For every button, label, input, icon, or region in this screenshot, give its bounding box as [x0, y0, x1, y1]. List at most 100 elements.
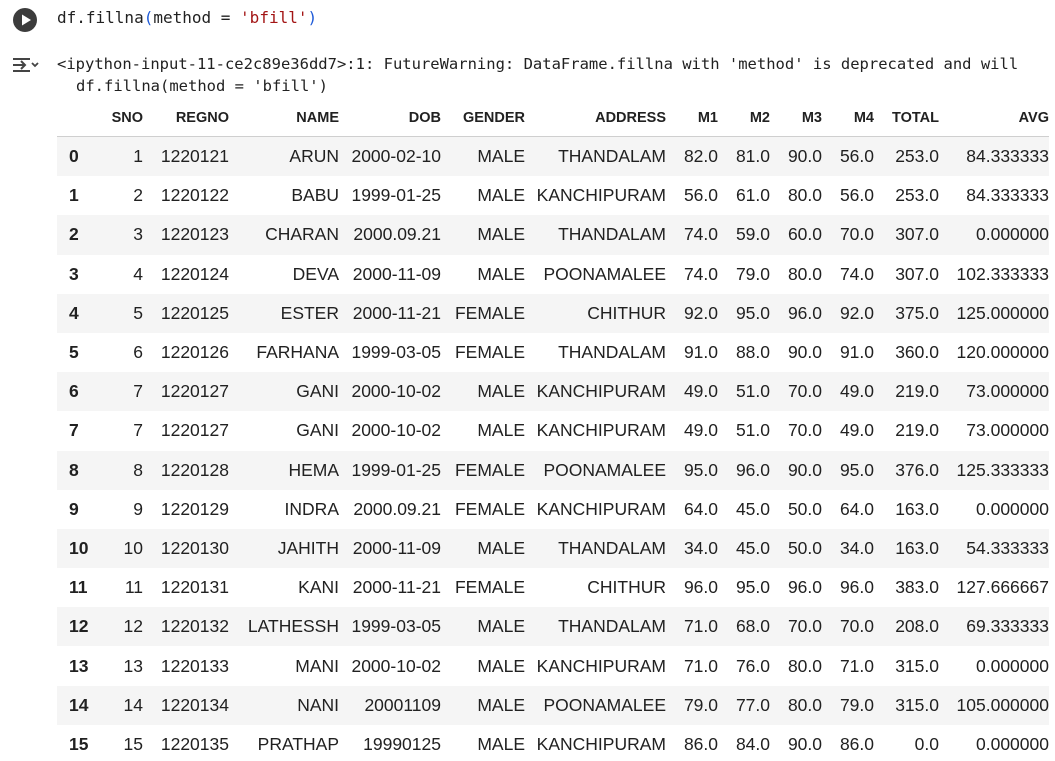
cell-avg: 125.333333 [956, 459, 1049, 480]
output-collapse-icon[interactable] [11, 54, 41, 76]
cell-m1: 56.0 [683, 185, 718, 206]
column-header-regno: REGNO [143, 99, 229, 137]
cell-regno: 1220125 [160, 302, 229, 323]
cell-sno: 1 [133, 146, 143, 167]
cell-address: CHITHUR [587, 302, 666, 323]
cell-m2: 84.0 [735, 733, 770, 754]
row-index: 4 [69, 302, 79, 323]
cell-sno: 5 [133, 302, 143, 323]
cell-avg: 0.000000 [976, 224, 1049, 245]
play-circle-icon[interactable] [12, 7, 38, 33]
cell-m4: 92.0 [839, 302, 874, 323]
cell-m2: 59.0 [735, 224, 770, 245]
row-index: 8 [69, 459, 79, 480]
cell-sno: 13 [123, 655, 143, 676]
cell-dob: 2000-02-10 [351, 146, 441, 167]
cell-m4: 74.0 [839, 263, 874, 284]
cell-sno: 12 [123, 616, 143, 637]
cell-total: 315.0 [895, 694, 939, 715]
column-header-name: NAME [229, 99, 339, 137]
cell-address: KANCHIPURAM [536, 498, 666, 519]
cell-regno: 1220127 [160, 381, 229, 402]
cell-m3: 90.0 [787, 342, 822, 363]
cell-name: GANI [296, 420, 339, 441]
cell-name: ARUN [289, 146, 339, 167]
cell-dob: 2000-10-02 [351, 420, 441, 441]
cell-dob: 2000-11-09 [352, 263, 441, 284]
cell-name: CHARAN [265, 224, 339, 245]
cell-sno: 9 [133, 498, 143, 519]
row-index: 5 [69, 342, 79, 363]
cell-dob: 2000-11-21 [352, 577, 441, 598]
row-index: 9 [69, 498, 79, 519]
cell-name: HEMA [288, 459, 339, 480]
cell-dob: 2000.09.21 [353, 224, 441, 245]
cell-dob: 2000-11-21 [352, 302, 441, 323]
warning-output: <ipython-input-11-ce2c89e36dd7>:1: Futur… [57, 53, 1055, 97]
table-row: 0 1 1220121 ARUN 2000-02-10 MALE THANDALAM 82.0… [57, 136, 1049, 177]
cell-dob: 2000-11-09 [352, 537, 441, 558]
row-index: 0 [69, 146, 79, 167]
cell-gender: FEMALE [454, 498, 525, 519]
column-header-avg: AVG [939, 99, 1049, 137]
row-index: 2 [69, 224, 79, 245]
cell-m4: 56.0 [839, 185, 874, 206]
cell-gender: MALE [477, 381, 525, 402]
column-header-m2: M2 [718, 99, 770, 137]
cell-total: 163.0 [895, 537, 939, 558]
cell-dob: 2000.09.21 [353, 498, 441, 519]
cell-m1: 79.0 [683, 694, 718, 715]
row-index: 13 [69, 655, 89, 676]
cell-address: KANCHIPURAM [536, 185, 666, 206]
code-input[interactable]: df.fillna(method = 'bfill') [57, 7, 317, 29]
warning-line-1: <ipython-input-11-ce2c89e36dd7>:1: Futur… [57, 55, 1019, 73]
cell-address: THANDALAM [558, 616, 666, 637]
cell-m3: 80.0 [787, 655, 822, 676]
code-arg: method = [153, 8, 241, 27]
cell-dob: 1999-01-25 [351, 459, 441, 480]
cell-regno: 1220134 [160, 694, 229, 715]
cell-m3: 50.0 [787, 498, 822, 519]
cell-m1: 64.0 [683, 498, 718, 519]
column-header-sno: SNO [105, 99, 143, 137]
column-header-m3: M3 [770, 99, 822, 137]
cell-m3: 60.0 [787, 224, 822, 245]
cell-avg: 125.000000 [956, 302, 1049, 323]
cell-m2: 76.0 [735, 655, 770, 676]
cell-m4: 79.0 [839, 694, 874, 715]
cell-m3: 80.0 [787, 694, 822, 715]
cell-regno: 1220133 [160, 655, 229, 676]
cell-sno: 8 [133, 459, 143, 480]
cell-total: 315.0 [895, 655, 939, 676]
cell-total: 253.0 [895, 146, 939, 167]
cell-m3: 70.0 [787, 616, 822, 637]
cell-sno: 4 [133, 263, 143, 284]
table-row: 9 9 1220129 INDRA 2000.09.21 FEMALE KANCHIPURA… [57, 489, 1049, 529]
table-row: 10 10 1220130 JAHITH 2000-11-09 MALE THANDALAM… [57, 528, 1049, 569]
cell-address: KANCHIPURAM [536, 733, 666, 754]
cell-name: MANI [295, 655, 339, 676]
column-header-total: TOTAL [874, 99, 939, 137]
cell-avg: 120.000000 [956, 342, 1049, 363]
cell-name: INDRA [284, 498, 339, 519]
cell-m3: 50.0 [787, 537, 822, 558]
cell-address: THANDALAM [558, 224, 666, 245]
cell-regno: 1220135 [160, 733, 229, 754]
cell-sno: 7 [133, 381, 143, 402]
cell-m2: 88.0 [735, 342, 770, 363]
cell-gender: MALE [477, 224, 525, 245]
cell-m2: 95.0 [735, 302, 770, 323]
cell-avg: 0.000000 [976, 655, 1049, 676]
column-header-gender: GENDER [441, 99, 525, 137]
cell-gender: MALE [477, 733, 525, 754]
cell-m4: 96.0 [839, 577, 874, 598]
cell-gender: MALE [477, 185, 525, 206]
table-row: 6 7 1220127 GANI 2000-10-02 MALE KANCHIPURAM 49… [57, 372, 1049, 412]
cell-dob: 1999-01-25 [351, 185, 441, 206]
row-index: 12 [69, 616, 89, 637]
cell-m3: 90.0 [787, 733, 822, 754]
row-index: 11 [69, 577, 88, 598]
cell-m2: 51.0 [735, 420, 770, 441]
cell-m2: 77.0 [735, 694, 770, 715]
cell-total: 383.0 [895, 577, 939, 598]
